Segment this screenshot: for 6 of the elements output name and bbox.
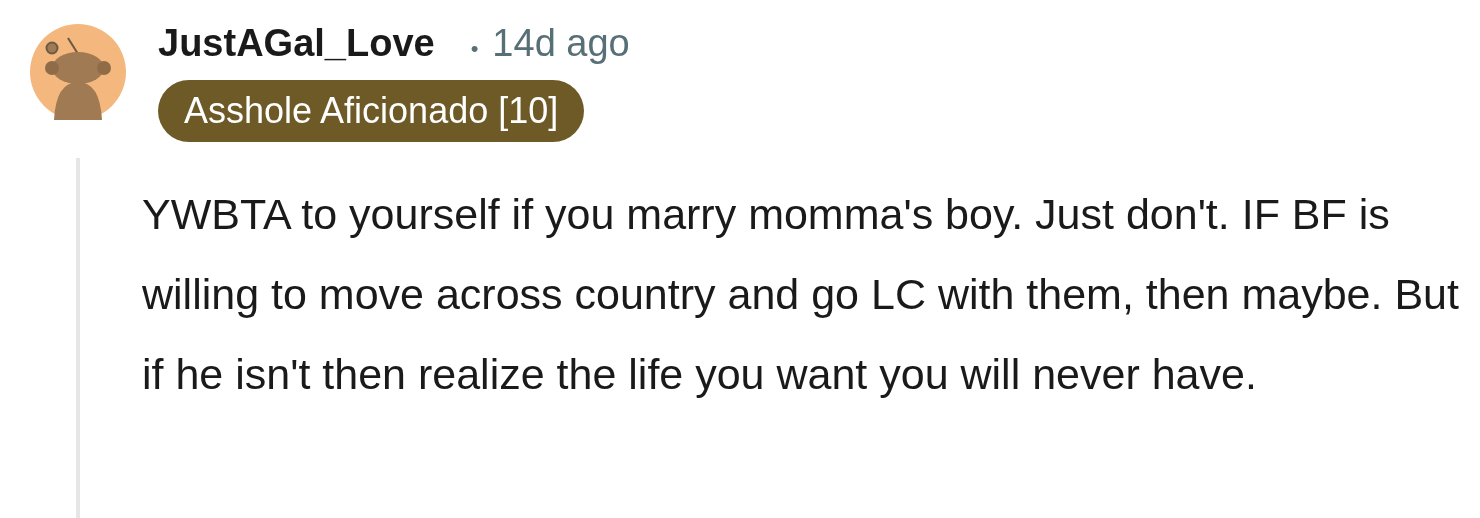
avatar-icon[interactable]: [30, 24, 126, 120]
username[interactable]: JustAGal_Love: [158, 22, 435, 65]
comment-text: YWBTA to yourself if you marry momma's boy. Just don't. IF BF is willing to move across country and go LC with them, then maybe. But if he isn't then realize the life you want you will never have.: [142, 189, 1460, 400]
separator-dot: •: [470, 36, 479, 62]
timestamp: 14d ago: [492, 22, 630, 65]
user-flair: Asshole Aficionado [10]: [158, 80, 585, 142]
